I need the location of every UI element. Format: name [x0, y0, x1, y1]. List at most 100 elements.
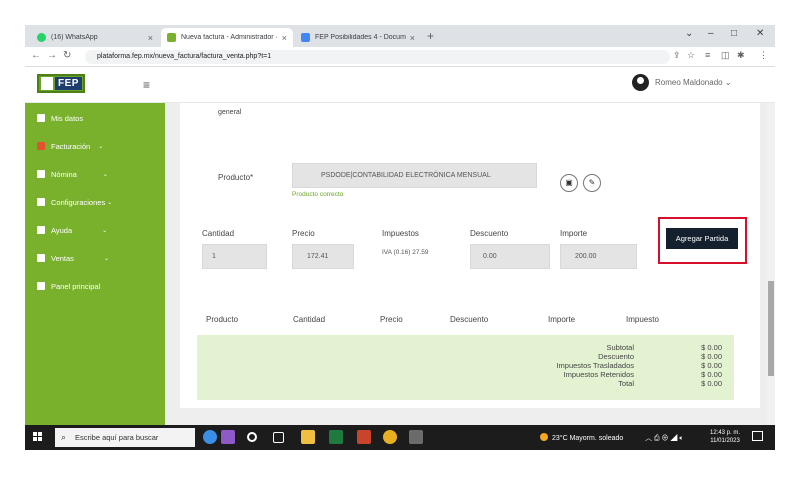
sidebar-item-ventas[interactable]: Ventas ⌄	[37, 251, 157, 265]
whatsapp-icon	[37, 33, 46, 42]
close-icon[interactable]: ×	[410, 33, 415, 43]
tab-label: FEP Posibilidades 4 - Document	[315, 34, 406, 41]
star-icon[interactable]: ☆	[687, 50, 695, 61]
chevron-down-icon: ⌄	[103, 255, 109, 262]
subtotal-value: $ 0.00	[701, 343, 722, 352]
sidebar-item-configuraciones[interactable]: Configuraciones ⌄	[37, 195, 157, 209]
invoice-icon	[37, 142, 45, 150]
app-icon[interactable]	[409, 430, 423, 444]
share-icon[interactable]: ⇪	[673, 50, 681, 61]
notification-icon[interactable]	[752, 431, 763, 441]
task-view-icon[interactable]	[273, 432, 284, 443]
column-header-importe: Importe	[548, 315, 576, 324]
cantidad-input[interactable]: 1	[202, 244, 267, 269]
sidebar-item-label: Mis datos	[51, 113, 84, 123]
total-value: $ 0.00	[701, 379, 722, 388]
system-tray-icons[interactable]: ︿ ⎙ ⊕ ◢ 🔈︎	[645, 433, 684, 443]
user-menu[interactable]: Romeo Maldonado ⌄	[655, 78, 732, 87]
new-tab-button[interactable]: +	[427, 29, 434, 43]
clock-date: 11/01/2023	[710, 438, 740, 444]
sales-icon	[37, 254, 45, 262]
reload-icon[interactable]: ↻	[63, 50, 71, 61]
reading-list-icon[interactable]: ≡	[705, 50, 710, 60]
invoice-form-card: general Producto* PSDODE|CONTABILIDAD EL…	[180, 103, 760, 408]
file-explorer-icon[interactable]	[301, 430, 315, 444]
close-icon[interactable]: ×	[282, 33, 287, 43]
close-window-icon[interactable]: ✕	[756, 28, 764, 39]
sun-icon	[540, 433, 548, 441]
forward-icon[interactable]: →	[47, 50, 57, 61]
menu-dots-icon[interactable]: ⋮	[759, 50, 768, 61]
sidebar-item-facturacion[interactable]: Facturación ⌄	[37, 139, 157, 153]
browser-window: (16) WhatsApp × Nueva factura - Administ…	[25, 25, 775, 450]
sidebar-item-label: Ventas	[51, 253, 74, 263]
chevron-down-icon: ⌄	[98, 143, 104, 150]
totals-panel: Subtotal $ 0.00 Descuento $ 0.00 Impuest…	[197, 335, 734, 400]
user-card-icon	[37, 114, 45, 122]
cortana-icon[interactable]	[247, 432, 257, 442]
back-icon[interactable]: ←	[31, 50, 41, 61]
paint-icon[interactable]	[221, 430, 235, 444]
excel-icon[interactable]	[329, 430, 343, 444]
powerpoint-icon[interactable]	[357, 430, 371, 444]
app-header: FEP ≡ Romeo Maldonado ⌄	[25, 67, 775, 103]
impuestos-label: Impuestos	[382, 229, 419, 238]
taskbar: ⌕ Escribe aquí para buscar 23°C Mayorm. …	[25, 425, 775, 450]
extensions-icon[interactable]: ✱	[737, 50, 745, 61]
edit-pencil-icon[interactable]: ✎	[583, 174, 601, 192]
agregar-partida-button[interactable]: Agregar Partida	[666, 228, 738, 249]
producto-label: Producto*	[218, 173, 254, 182]
column-header-producto: Producto	[206, 315, 239, 324]
catalog-icon[interactable]: ▣	[560, 174, 578, 192]
sidebar-item-ayuda[interactable]: Ayuda ⌄	[37, 223, 157, 237]
importe-value: 200.00	[575, 253, 597, 260]
dashboard-icon	[37, 282, 45, 290]
minimize-icon[interactable]: –	[708, 28, 714, 39]
impuestos-trasladados-label: Impuestos Trasladados	[556, 361, 634, 370]
chevron-down-icon[interactable]: ⌄	[685, 28, 693, 39]
main-content: general Producto* PSDODE|CONTABILIDAD EL…	[165, 103, 775, 425]
chrome-icon[interactable]	[383, 430, 397, 444]
cutoff-text: general	[218, 109, 242, 116]
descuento-input[interactable]: 0.00	[470, 244, 550, 269]
sidebar-item-mis-datos[interactable]: Mis datos	[37, 111, 157, 125]
cantidad-value: 1	[212, 253, 216, 260]
scrollbar[interactable]	[767, 103, 775, 425]
fep-logo[interactable]: FEP	[37, 74, 85, 93]
weather-widget[interactable]: 23°C Mayorm. soleado	[540, 433, 623, 442]
producto-input[interactable]: PSDODE|CONTABILIDAD ELECTRÓNICA MENSUAL	[292, 163, 537, 188]
sidebar-item-panel-principal[interactable]: Panel principal	[37, 279, 157, 293]
tab-whatsapp[interactable]: (16) WhatsApp ×	[31, 28, 159, 47]
widget-icon[interactable]	[203, 430, 217, 444]
tab-label: (16) WhatsApp	[51, 34, 98, 41]
url-input[interactable]: plataforma.fep.mx/nueva_factura/factura_…	[85, 50, 670, 64]
sidepanel-icon[interactable]: ◫	[721, 50, 730, 61]
fep-icon	[167, 33, 176, 42]
windows-start-icon[interactable]	[33, 432, 43, 442]
close-icon[interactable]: ×	[148, 33, 153, 43]
column-header-impuesto: Impuesto	[626, 315, 659, 324]
impuestos-trasladados-value: $ 0.00	[701, 361, 722, 370]
maximize-icon[interactable]: □	[731, 28, 737, 39]
column-header-precio: Precio	[380, 315, 403, 324]
sidebar: Mis datos Facturación ⌄ Nómina ⌄ Configu…	[25, 103, 165, 425]
importe-input[interactable]: 200.00	[560, 244, 637, 269]
sidebar-item-nomina[interactable]: Nómina ⌄	[37, 167, 157, 181]
taskbar-search-input[interactable]: ⌕ Escribe aquí para buscar	[55, 428, 195, 447]
user-avatar-icon[interactable]	[632, 74, 649, 91]
gear-icon	[37, 198, 45, 206]
tab-nueva-factura[interactable]: Nueva factura - Administrador · ×	[161, 28, 293, 47]
hamburger-menu-icon[interactable]: ≡	[143, 78, 150, 92]
total-label: Total	[618, 379, 634, 388]
descuento-value: 0.00	[483, 253, 497, 260]
logo-text: FEP	[55, 77, 82, 90]
docs-icon	[301, 33, 310, 42]
producto-value: PSDODE|CONTABILIDAD ELECTRÓNICA MENSUAL	[321, 172, 491, 179]
importe-label: Importe	[560, 229, 588, 238]
clock-time: 12:43 p. m.	[710, 430, 741, 436]
precio-input[interactable]: 172.41	[292, 244, 354, 269]
tab-fep-posibilidades[interactable]: FEP Posibilidades 4 - Document ×	[295, 28, 421, 47]
scrollbar-thumb[interactable]	[768, 281, 774, 376]
clock[interactable]: 12:43 p. m. 11/01/2023	[710, 429, 740, 445]
descuento-total-value: $ 0.00	[701, 352, 722, 361]
